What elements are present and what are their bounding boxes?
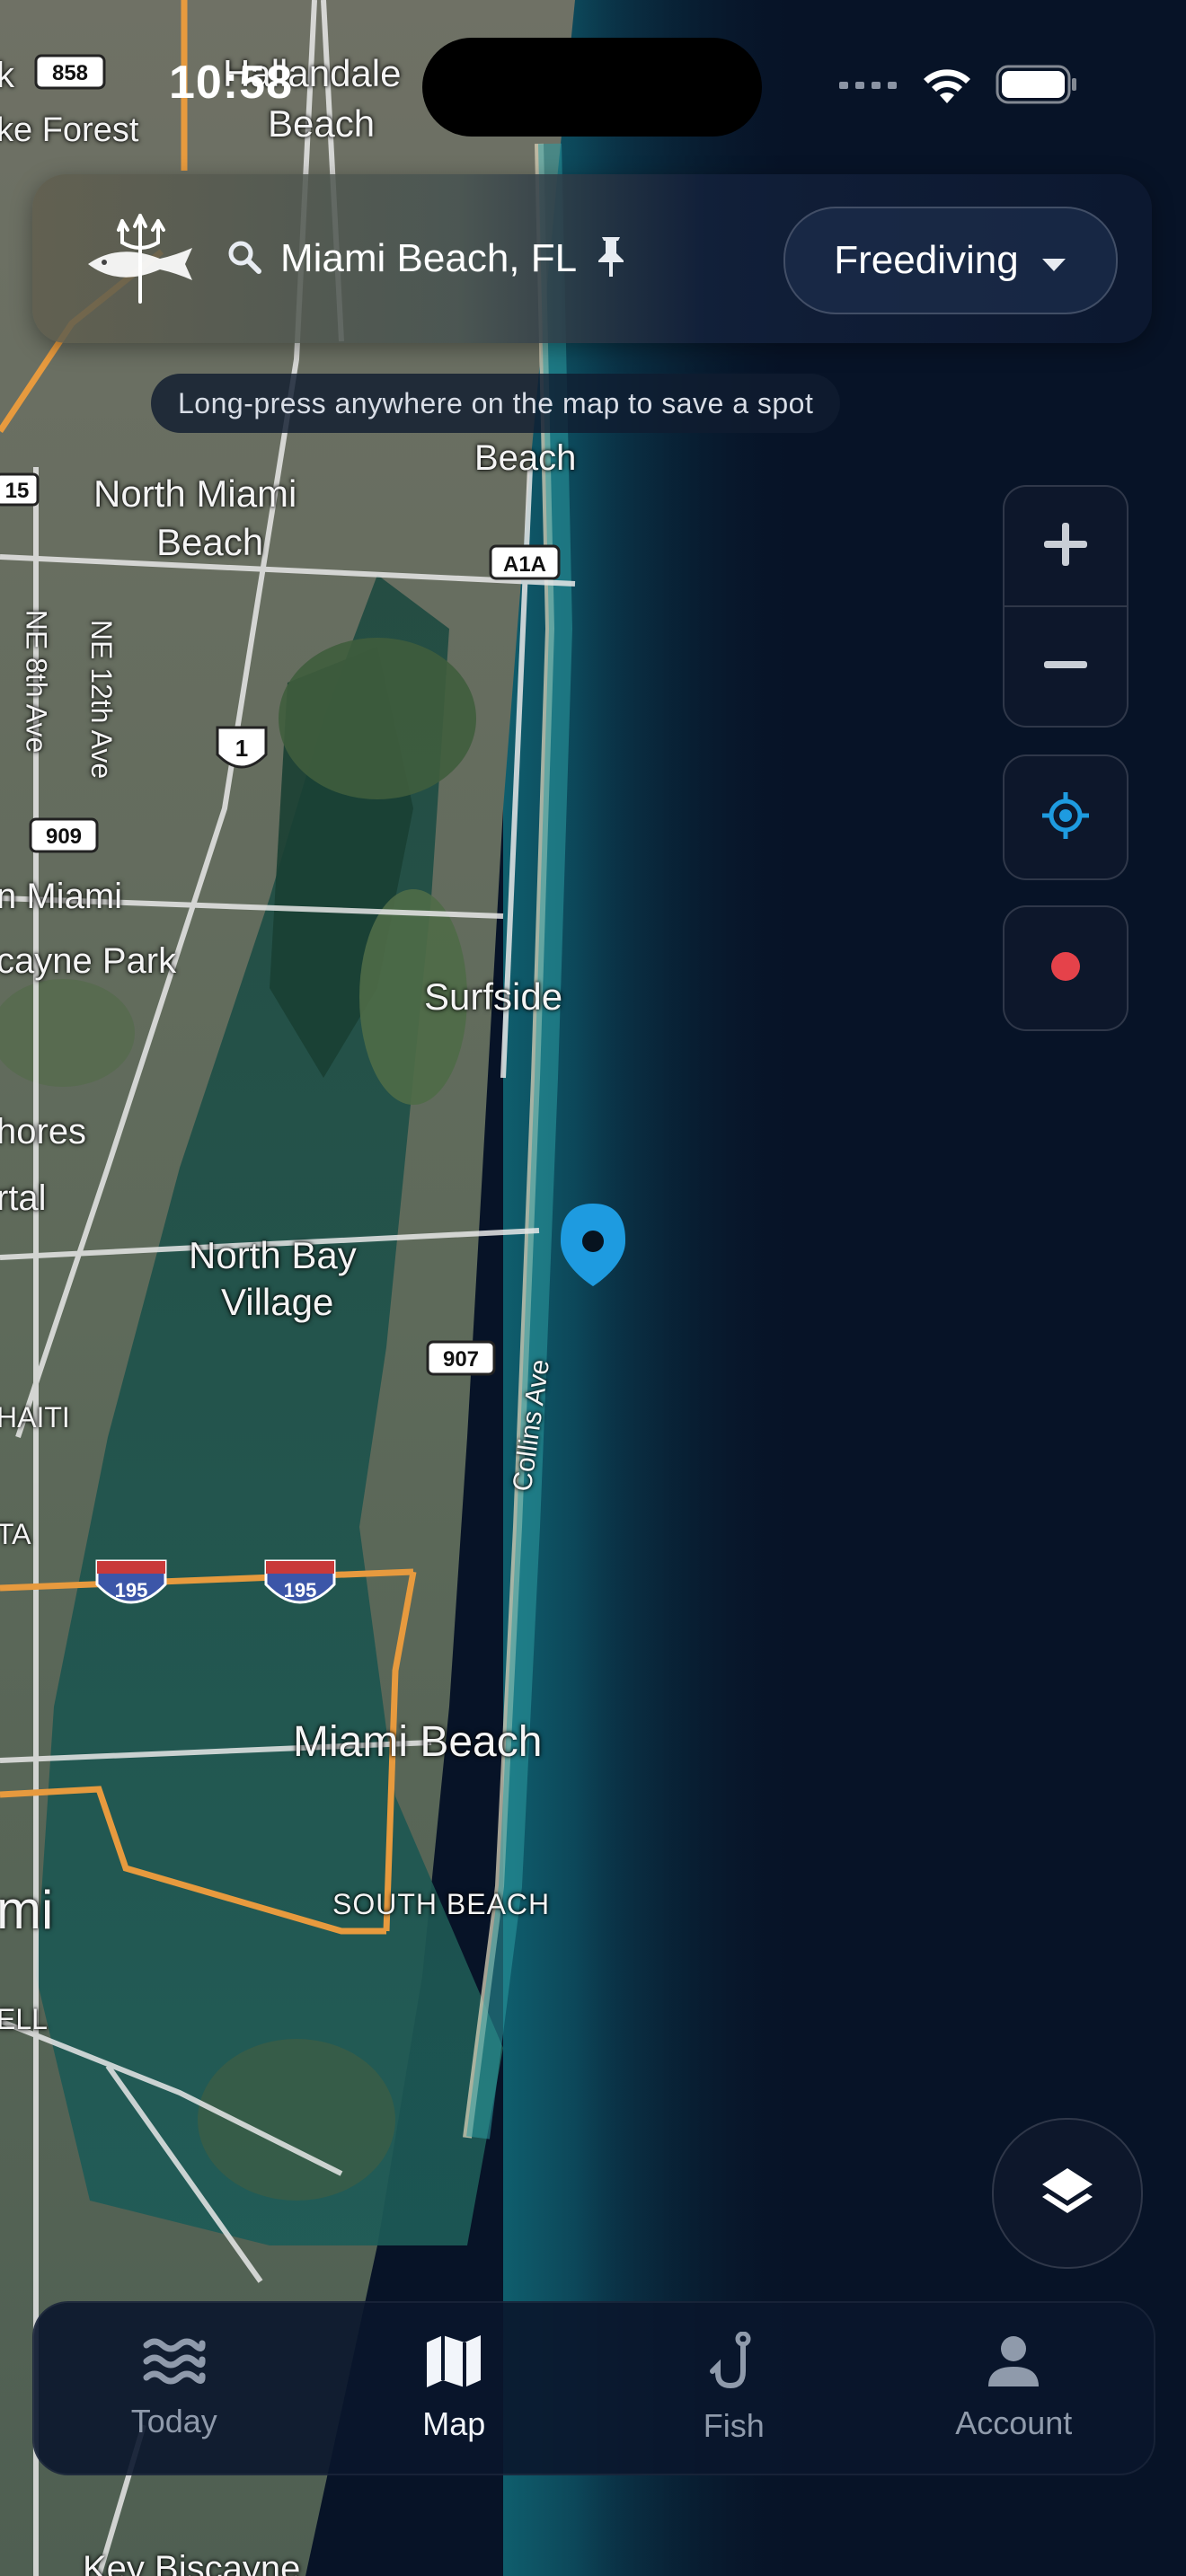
status-time: 10:58 bbox=[169, 57, 293, 109]
plus-icon bbox=[1040, 519, 1091, 573]
sport-dropdown[interactable]: Freediving bbox=[783, 207, 1118, 314]
map-label-ell: ELL bbox=[0, 2003, 48, 2035]
dynamic-island bbox=[422, 38, 762, 137]
tab-label-fish: Fish bbox=[703, 2407, 765, 2444]
bottom-tab-bar: Today Map Fish Account bbox=[32, 2301, 1155, 2475]
map-label-ta: TA bbox=[0, 1518, 31, 1550]
person-icon bbox=[987, 2334, 1040, 2392]
route-shield bbox=[266, 1561, 334, 1574]
location-text[interactable]: Miami Beach, FL bbox=[280, 236, 577, 281]
record-dot-icon bbox=[1049, 950, 1082, 986]
route-shield bbox=[97, 1561, 165, 1574]
map-layers-button[interactable] bbox=[992, 2118, 1143, 2269]
map-label-lake-forest: ke Forest bbox=[0, 111, 139, 149]
route-shield-label: 1 bbox=[235, 735, 248, 762]
search-icon bbox=[226, 239, 262, 278]
tab-account[interactable]: Account bbox=[874, 2303, 1155, 2474]
chevron-down-icon bbox=[1040, 238, 1067, 283]
route-shield-label: 195 bbox=[284, 1579, 317, 1601]
long-press-hint: Long-press anywhere on the map to save a… bbox=[151, 374, 841, 433]
map-label-surfside: Surfside bbox=[424, 975, 563, 1018]
sport-selected-label: Freediving bbox=[834, 238, 1019, 282]
route-shield-label: 907 bbox=[443, 1347, 479, 1372]
map-label-shores: hores bbox=[0, 1112, 87, 1151]
trident-fish-logo-icon bbox=[83, 212, 198, 305]
route-shield-label: 15 bbox=[5, 479, 30, 503]
layers-icon bbox=[1039, 2163, 1096, 2224]
map-label-n-miami: n Miami bbox=[0, 877, 123, 916]
map-label-north-bay-village: Village bbox=[221, 1281, 334, 1323]
map-label-ne-8th-ave: NE 8th Ave bbox=[20, 609, 53, 754]
locate-me-button[interactable] bbox=[1003, 754, 1128, 880]
map-label-rtal: rtal bbox=[0, 1178, 47, 1218]
battery-icon bbox=[996, 65, 1078, 108]
map-label-ne-12th-ave: NE 12th Ave bbox=[85, 619, 119, 780]
route-shield-label: 195 bbox=[115, 1579, 148, 1601]
cellular-signal-icon bbox=[839, 78, 898, 95]
search-header: Miami Beach, FL Freediving bbox=[32, 174, 1152, 343]
route-shield-label: 909 bbox=[46, 825, 82, 849]
record-track-button[interactable] bbox=[1003, 905, 1128, 1031]
location-search[interactable]: Miami Beach, FL bbox=[226, 226, 627, 291]
map-label-biscayne-park: cayne Park bbox=[0, 941, 177, 981]
tab-map[interactable]: Map bbox=[314, 2303, 595, 2474]
waves-icon bbox=[143, 2336, 206, 2390]
map-label-k: k bbox=[0, 56, 14, 95]
map-label-haiti: HAITI bbox=[0, 1401, 70, 1434]
tab-fish[interactable]: Fish bbox=[594, 2303, 874, 2474]
route-shield-label: 858 bbox=[52, 61, 88, 85]
pin-icon[interactable] bbox=[595, 235, 627, 282]
status-icons bbox=[839, 65, 1078, 108]
tab-label-account: Account bbox=[955, 2404, 1073, 2441]
map-label-south-beach: SOUTH BEACH bbox=[332, 1888, 551, 1920]
tab-label-map: Map bbox=[422, 2405, 486, 2442]
map-label-beach: Beach bbox=[474, 438, 577, 478]
wifi-icon bbox=[922, 66, 972, 107]
zoom-in-button[interactable] bbox=[1005, 487, 1127, 605]
map-icon bbox=[425, 2333, 482, 2393]
tab-label-today: Today bbox=[130, 2403, 217, 2439]
minus-icon bbox=[1040, 640, 1091, 693]
tab-today[interactable]: Today bbox=[34, 2303, 314, 2474]
map-label-north-bay: North Bay bbox=[189, 1234, 357, 1276]
crosshair-icon bbox=[1040, 790, 1091, 844]
fish-hook-icon bbox=[709, 2331, 759, 2395]
map-label-north-miami-beach-2: Beach bbox=[156, 521, 264, 563]
zoom-out-button[interactable] bbox=[1005, 607, 1127, 726]
zoom-control bbox=[1003, 485, 1128, 728]
route-shield-label: A1A bbox=[503, 552, 546, 577]
map-label-north-miami-beach: North Miami bbox=[93, 472, 297, 515]
map-label-miami: mi bbox=[0, 1880, 54, 1940]
map-label-key-biscayne: Key Biscayne bbox=[83, 2549, 301, 2576]
map-label-miami-beach: Miami Beach bbox=[293, 1718, 543, 1766]
